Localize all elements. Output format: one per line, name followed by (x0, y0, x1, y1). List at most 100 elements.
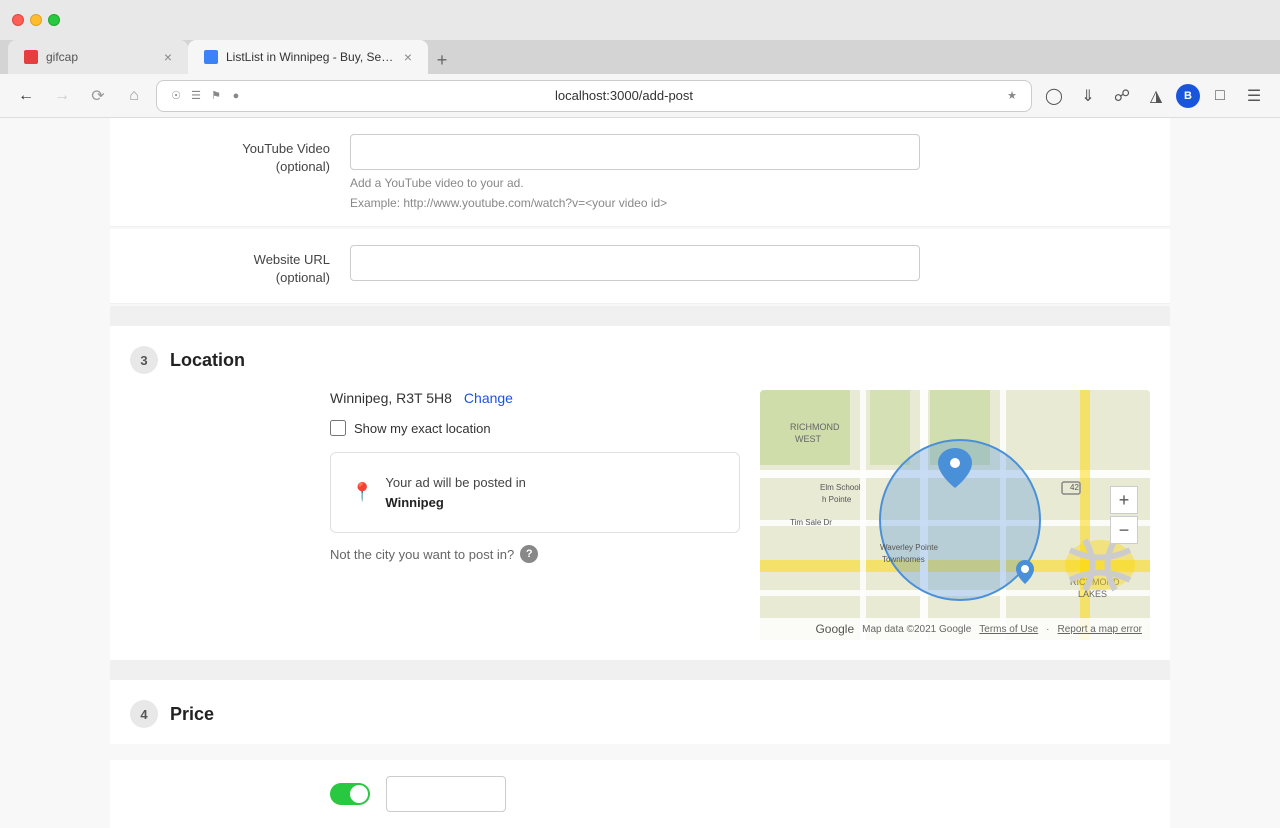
price-section-number: 4 (130, 700, 158, 728)
map-zoom-out-button[interactable]: − (1110, 516, 1138, 544)
tabs-bar: gifcap × ListList in Winnipeg - Buy, Sel… (0, 40, 1280, 74)
tab-gifcap[interactable]: gifcap × (8, 40, 188, 74)
not-city-text: Not the city you want to post in? (330, 547, 514, 562)
youtube-video-hint1: Add a YouTube video to your ad. (350, 176, 1150, 190)
back-button[interactable]: ← (12, 82, 40, 110)
google-logo: Google (815, 622, 854, 636)
svg-text:WEST: WEST (795, 434, 822, 444)
form-container: YouTube Video(optional) Add a YouTube vi… (90, 118, 1190, 828)
location-content: Winnipeg, R3T 5H8 Change Show my exact l… (130, 390, 1150, 640)
location-section-number: 3 (130, 346, 158, 374)
new-tab-button[interactable]: + (428, 46, 456, 74)
price-section-header: 4 Price (110, 680, 1170, 744)
website-url-input[interactable] (350, 245, 920, 281)
tab-label-gifcap: gifcap (46, 50, 156, 64)
price-input[interactable] (386, 776, 506, 812)
tab-close-listlist[interactable]: × (404, 50, 412, 64)
youtube-video-input[interactable] (350, 134, 920, 170)
download-icon[interactable]: ⇓ (1074, 82, 1102, 110)
ad-posting-city: Winnipeg (385, 495, 443, 510)
navigation-bar: ← → ⟳ ⌂ ☉ ☰ ⚑ ● localhost:3000/add-post … (0, 74, 1280, 118)
map-svg: RICHMOND WEST Waverley Pointe Townhomes … (760, 390, 1150, 640)
svg-text:RICHMOND: RICHMOND (790, 422, 840, 432)
screenshot-icon[interactable]: □ (1206, 82, 1234, 110)
fullscreen-window-button[interactable] (48, 14, 60, 26)
map-terms-link[interactable]: Terms of Use (979, 624, 1038, 635)
svg-text:Elm School: Elm School (820, 483, 861, 492)
website-url-input-area (350, 245, 1150, 287)
map-container: RICHMOND WEST Waverley Pointe Townhomes … (760, 390, 1150, 640)
location-address-row: Winnipeg, R3T 5H8 Change (330, 390, 740, 406)
bookmarks-icon[interactable]: ☍ (1108, 82, 1136, 110)
reader2-icon: ⚑ (209, 89, 223, 103)
ad-posting-prefix: Your ad will be posted in (385, 475, 525, 490)
map-controls: + − (1110, 486, 1138, 544)
map-data-credit: Map data ©2021 Google (862, 624, 971, 635)
show-exact-location-row: Show my exact location (330, 420, 740, 436)
website-url-row: Website URL(optional) (110, 229, 1170, 304)
browser-window: gifcap × ListList in Winnipeg - Buy, Sel… (0, 0, 1280, 828)
map-zoom-in-button[interactable]: + (1110, 486, 1138, 514)
location-section-title: Location (170, 350, 245, 371)
show-exact-location-checkbox[interactable] (330, 420, 346, 436)
home-button[interactable]: ⌂ (120, 82, 148, 110)
location-left: Winnipeg, R3T 5H8 Change Show my exact l… (330, 390, 740, 640)
section-separator-1 (110, 306, 1170, 326)
youtube-video-input-area: Add a YouTube video to your ad. Example:… (350, 134, 1150, 210)
menu-icon[interactable]: ☰ (1240, 82, 1268, 110)
youtube-video-label: YouTube Video(optional) (130, 134, 330, 210)
reader-view-icon[interactable]: ◮ (1142, 82, 1170, 110)
minimize-window-button[interactable] (30, 14, 42, 26)
price-toggle[interactable] (330, 783, 370, 805)
location-section-header: 3 Location (110, 326, 1170, 390)
svg-text:42: 42 (1070, 483, 1079, 492)
price-toggle-knob (350, 785, 368, 803)
youtube-video-row: YouTube Video(optional) Add a YouTube vi… (110, 118, 1170, 227)
tab-listlist[interactable]: ListList in Winnipeg - Buy, Sell & × (188, 40, 428, 74)
tab-favicon-gifcap (24, 50, 38, 64)
youtube-video-section: YouTube Video(optional) Add a YouTube vi… (110, 118, 1170, 227)
location-address: Winnipeg, R3T 5H8 (330, 390, 452, 406)
location-pin-icon: 📍 (351, 482, 373, 503)
title-bar (0, 0, 1280, 40)
ad-posting-text: Your ad will be posted in Winnipeg (385, 473, 525, 512)
reload-button[interactable]: ⟳ (84, 82, 112, 110)
map-footer: Google Map data ©2021 Google Terms of Us… (760, 618, 1150, 640)
bookmark-star-icon[interactable]: ★ (1005, 89, 1019, 103)
website-url-label: Website URL(optional) (130, 245, 330, 287)
address-text: localhost:3000/add-post (251, 88, 997, 103)
change-location-link[interactable]: Change (464, 390, 513, 406)
svg-text:Tim Sale Dr: Tim Sale Dr (790, 518, 832, 527)
tab-favicon-listlist (204, 50, 218, 64)
svg-text:h Pointe: h Pointe (822, 495, 852, 504)
section-separator-2 (110, 660, 1170, 680)
svg-text:LAKES: LAKES (1078, 589, 1107, 599)
pocket-icon[interactable]: ◯ (1040, 82, 1068, 110)
youtube-video-hint2: Example: http://www.youtube.com/watch?v=… (350, 196, 1150, 210)
map-report-link[interactable]: Report a map error (1058, 624, 1142, 635)
forward-button[interactable]: → (48, 82, 76, 110)
tab-label-listlist: ListList in Winnipeg - Buy, Sell & (226, 50, 396, 64)
address-bar[interactable]: ☉ ☰ ⚑ ● localhost:3000/add-post ★ (156, 80, 1032, 112)
not-city-row: Not the city you want to post in? ? (330, 545, 740, 563)
ad-posting-box: 📍 Your ad will be posted in Winnipeg (330, 452, 740, 533)
location-section: Winnipeg, R3T 5H8 Change Show my exact l… (110, 390, 1170, 660)
address-bar-icons: ☉ ☰ ⚑ ● (169, 89, 243, 103)
traffic-lights (12, 14, 60, 26)
price-section (110, 760, 1170, 828)
reader-icon: ☰ (189, 89, 203, 103)
shield-icon: ☉ (169, 89, 183, 103)
user-avatar[interactable]: B (1176, 84, 1200, 108)
location-icon: ● (229, 89, 243, 103)
close-window-button[interactable] (12, 14, 24, 26)
show-exact-location-label: Show my exact location (354, 421, 491, 436)
svg-text:Townhomes: Townhomes (882, 555, 925, 564)
map-separator: · (1046, 624, 1049, 635)
price-row (110, 760, 1170, 828)
help-icon[interactable]: ? (520, 545, 538, 563)
nav-right-icons: ◯ ⇓ ☍ ◮ B □ ☰ (1040, 82, 1268, 110)
price-section-title: Price (170, 704, 214, 725)
page-content: YouTube Video(optional) Add a YouTube vi… (0, 118, 1280, 828)
tab-close-gifcap[interactable]: × (164, 50, 172, 64)
svg-text:Waverley Pointe: Waverley Pointe (880, 543, 939, 552)
